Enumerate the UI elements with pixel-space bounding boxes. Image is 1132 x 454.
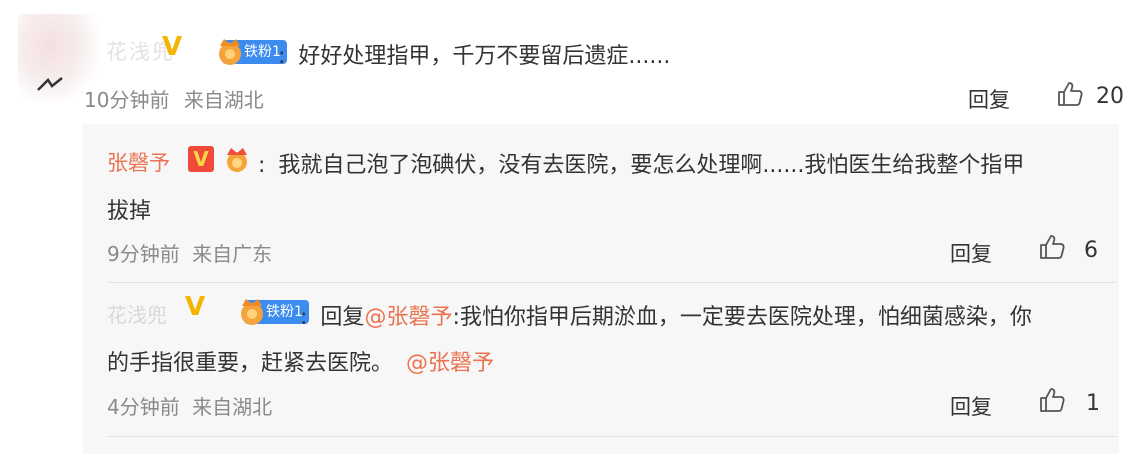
crown-icon	[227, 148, 247, 172]
vip-icon: V	[185, 292, 206, 322]
crown-icon	[219, 39, 241, 65]
reply-body-line1: :我怕你指甲后期淤血，一定要去医院处理，怕细菌感染，你	[452, 305, 1032, 330]
comment-time: 10分钟前	[84, 88, 170, 112]
reply-meta: 4分钟前 来自湖北	[107, 391, 272, 420]
fan-badge-label: 铁粉1	[266, 304, 303, 320]
reply-body-line2: 的手指很重要，赶紧去医院。	[107, 351, 394, 376]
reply-body-line1: 我就自己泡了泡碘伏，没有去医院，要怎么处理啊......我怕医生给我整个指甲	[278, 153, 1025, 178]
thumbs-up-icon[interactable]	[1038, 386, 1066, 414]
crown-icon	[241, 299, 263, 325]
reply-time: 9分钟前	[107, 242, 180, 266]
fan-badge-label: 铁粉1	[244, 44, 281, 60]
reply-divider	[107, 282, 1117, 283]
comment-body: 好好处理指甲，千万不要留后遗症......	[298, 44, 671, 69]
reply-text: : 我就自己泡了泡碘伏，没有去医院，要怎么处理啊......我怕医生给我整个指甲	[258, 147, 1024, 179]
like-count: 20	[1096, 84, 1124, 109]
reply-body-line2: 拔掉	[107, 199, 152, 224]
reply-button[interactable]: 回复	[950, 391, 992, 421]
comment-meta: 10分钟前 来自湖北	[84, 84, 264, 113]
mention-link[interactable]: @张磬予	[406, 351, 494, 376]
reply-location: 来自广东	[192, 242, 273, 266]
like-count: 6	[1084, 238, 1098, 263]
vip-icon: V	[162, 32, 183, 62]
avatar-mark-icon	[37, 77, 63, 91]
reply-button[interactable]: 回复	[950, 238, 992, 268]
reply-text: : 回复@张磬予:我怕你指甲后期淤血，一定要去医院处理，怕细菌感染，你	[300, 299, 1032, 331]
reply-username[interactable]: 张磬予	[107, 147, 170, 177]
comment-location: 来自湖北	[183, 88, 264, 112]
thumbs-up-icon[interactable]	[1056, 80, 1084, 108]
reply-prefix: 回复	[320, 305, 365, 330]
reply-divider	[107, 436, 1117, 437]
comment-text: : 好好处理指甲，千万不要留后遗症......	[278, 38, 670, 70]
reply-meta: 9分钟前 来自广东	[107, 238, 272, 267]
reply-text-line2: 的手指很重要，赶紧去医院。 @张磬予	[107, 345, 494, 377]
mention-link[interactable]: @张磬予	[364, 305, 452, 330]
thumbs-up-icon[interactable]	[1038, 233, 1066, 261]
comment-separator: :	[278, 44, 286, 69]
reply-time: 4分钟前	[107, 395, 180, 419]
reply-separator: :	[258, 153, 266, 178]
reply-location: 来自湖北	[192, 395, 273, 419]
reply-button[interactable]: 回复	[968, 84, 1010, 114]
vip-icon: V	[188, 146, 214, 172]
like-count: 1	[1086, 391, 1100, 416]
reply-username[interactable]: 花浅兜	[107, 299, 167, 328]
reply-separator: :	[300, 305, 308, 330]
